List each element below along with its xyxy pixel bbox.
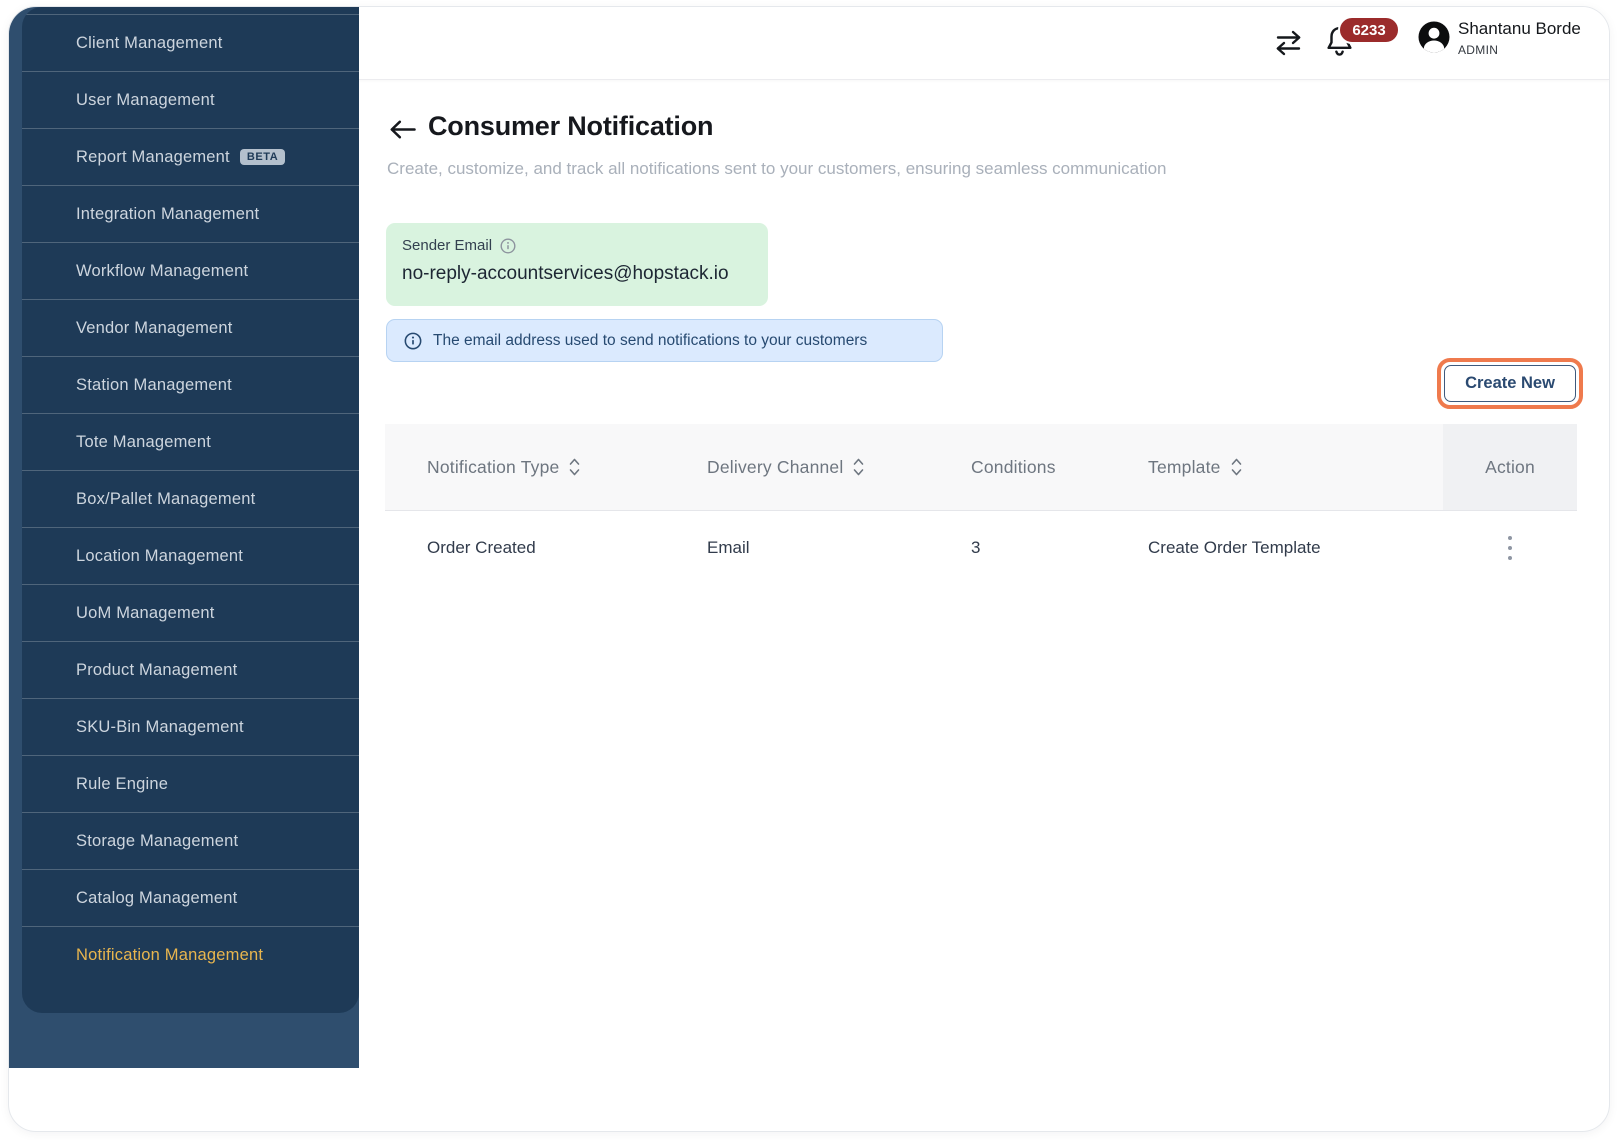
sort-icon: [1231, 458, 1241, 476]
user-role: ADMIN: [1458, 43, 1499, 57]
app-window: Client Management User Management Report…: [8, 6, 1610, 1132]
sidebar-item-rule-engine[interactable]: Rule Engine: [22, 755, 359, 812]
notification-count-badge[interactable]: 6233: [1338, 16, 1400, 44]
sidebar-item-user-management[interactable]: User Management: [22, 71, 359, 128]
user-info[interactable]: Shantanu Borde ADMIN: [1458, 19, 1581, 57]
sidebar-item-notification-management[interactable]: Notification Management: [22, 926, 359, 983]
cell-conditions: 3: [971, 538, 981, 557]
sender-email-value: no-reply-accountservices@hopstack.io: [402, 263, 729, 284]
sidebar-menu-panel: Client Management User Management Report…: [22, 7, 359, 1013]
row-actions-kebab-icon[interactable]: [1502, 530, 1518, 566]
sidebar-item-tote-management[interactable]: Tote Management: [22, 413, 359, 470]
avatar-icon[interactable]: [1417, 20, 1451, 54]
sidebar-item-workflow-management[interactable]: Workflow Management: [22, 242, 359, 299]
table-header-row: Notification Type Delivery Channel Condi…: [385, 424, 1577, 511]
switch-workspace-icon[interactable]: [1272, 28, 1305, 58]
sidebar-item-report-management[interactable]: Report Management BETA: [22, 128, 359, 185]
sender-email-label: Sender Email: [402, 237, 493, 254]
sort-icon: [570, 458, 580, 476]
column-header-delivery-channel[interactable]: Delivery Channel: [707, 424, 971, 510]
sidebar-item-box-pallet-management[interactable]: Box/Pallet Management: [22, 470, 359, 527]
column-header-template[interactable]: Template: [1148, 424, 1443, 510]
cell-notification-type: Order Created: [427, 538, 536, 557]
user-name: Shantanu Borde: [1458, 19, 1581, 38]
sidebar-item-storage-management[interactable]: Storage Management: [22, 812, 359, 869]
info-banner: The email address used to send notificat…: [386, 319, 943, 362]
sidebar-item-uom-management[interactable]: UoM Management: [22, 584, 359, 641]
topbar: 6233 Shantanu Borde ADMIN: [359, 7, 1609, 80]
info-icon: [404, 332, 422, 350]
create-new-button[interactable]: Create New: [1444, 365, 1576, 402]
column-header-conditions: Conditions: [971, 456, 1056, 477]
beta-badge: BETA: [239, 149, 286, 165]
back-arrow-icon[interactable]: [389, 119, 416, 140]
sidebar-item-integration-management[interactable]: Integration Management: [22, 185, 359, 242]
column-header-notification-type[interactable]: Notification Type: [385, 424, 707, 510]
table-row: Order Created Email 3 Create Order Templ…: [385, 511, 1577, 585]
sidebar-item-catalog-management[interactable]: Catalog Management: [22, 869, 359, 926]
sidebar-item-sku-bin-management[interactable]: SKU-Bin Management: [22, 698, 359, 755]
highlight-ring: Create New: [1437, 358, 1583, 409]
notifications-table: Notification Type Delivery Channel Condi…: [385, 424, 1577, 585]
sidebar-item-client-management[interactable]: Client Management: [22, 14, 359, 71]
sidebar-item-station-management[interactable]: Station Management: [22, 356, 359, 413]
sidebar-item-location-management[interactable]: Location Management: [22, 527, 359, 584]
sidebar-item-vendor-management[interactable]: Vendor Management: [22, 299, 359, 356]
page-title: Consumer Notification: [428, 111, 714, 141]
info-icon[interactable]: [500, 237, 516, 254]
sort-icon: [854, 458, 864, 476]
sidebar-item-product-management[interactable]: Product Management: [22, 641, 359, 698]
sender-email-card: Sender Email no-reply-accountservices@ho…: [386, 223, 768, 306]
cell-template: Create Order Template: [1148, 538, 1321, 557]
column-header-action: Action: [1443, 424, 1577, 510]
info-banner-text: The email address used to send notificat…: [433, 331, 868, 349]
cell-delivery-channel: Email: [707, 538, 750, 557]
sidebar: Client Management User Management Report…: [9, 7, 359, 1068]
page-subtitle: Create, customize, and track all notific…: [387, 159, 1167, 178]
